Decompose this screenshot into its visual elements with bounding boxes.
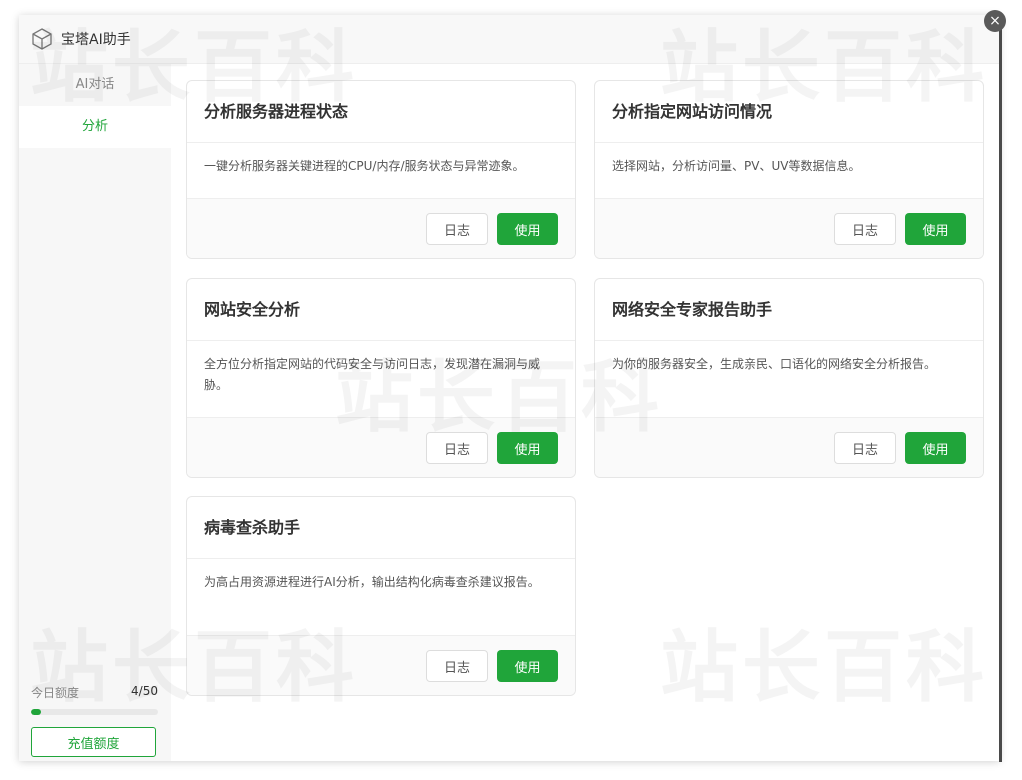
card-description: 一键分析服务器关键进程的CPU/内存/服务状态与异常迹象。: [187, 143, 575, 199]
use-button[interactable]: 使用: [905, 213, 966, 245]
card-site-security: 网站安全分析 全方位分析指定网站的代码安全与访问日志，发现潜在漏洞与威胁。 日志…: [186, 278, 576, 478]
use-button[interactable]: 使用: [497, 432, 558, 464]
log-button[interactable]: 日志: [426, 650, 488, 682]
card-title: 网络安全专家报告助手: [595, 279, 983, 341]
use-button[interactable]: 使用: [905, 432, 966, 464]
card-description: 选择网站，分析访问量、PV、UV等数据信息。: [595, 143, 983, 199]
card-security-report: 网络安全专家报告助手 为你的服务器安全，生成亲民、口语化的网络安全分析报告。 日…: [594, 278, 984, 478]
card-footer: 日志 使用: [187, 636, 575, 695]
daily-quota: 今日额度 4/50: [31, 684, 158, 715]
dialog-title: 宝塔AI助手: [61, 32, 131, 48]
cube-logo-icon: [32, 28, 52, 50]
analysis-panel: 分析服务器进程状态 一键分析服务器关键进程的CPU/内存/服务状态与异常迹象。 …: [171, 64, 1000, 761]
card-site-traffic: 分析指定网站访问情况 选择网站，分析访问量、PV、UV等数据信息。 日志 使用: [594, 80, 984, 259]
sidebar: AI对话 分析 今日额度 4/50 充值额度: [19, 64, 171, 761]
dialog-titlebar: 宝塔AI助手: [19, 15, 1000, 64]
quota-progress-bar: [31, 709, 158, 715]
card-description: 为高占用资源进程进行AI分析，输出结构化病毒查杀建议报告。: [187, 559, 575, 636]
log-button[interactable]: 日志: [834, 432, 896, 464]
use-button[interactable]: 使用: [497, 650, 558, 682]
card-title: 分析服务器进程状态: [187, 81, 575, 143]
card-description: 全方位分析指定网站的代码安全与访问日志，发现潜在漏洞与威胁。: [187, 341, 575, 418]
dialog-edge: [999, 20, 1002, 762]
card-title: 网站安全分析: [187, 279, 575, 341]
quota-label: 今日额度: [31, 686, 80, 700]
ai-assistant-dialog: 宝塔AI助手 AI对话 分析 今日额度 4/50 充值额度 分析服务器进程状态 …: [19, 15, 1000, 761]
card-virus-scan: 病毒查杀助手 为高占用资源进程进行AI分析，输出结构化病毒查杀建议报告。 日志 …: [186, 496, 576, 696]
use-button[interactable]: 使用: [497, 213, 558, 245]
recharge-button[interactable]: 充值额度: [31, 727, 156, 757]
log-button[interactable]: 日志: [426, 432, 488, 464]
card-footer: 日志 使用: [187, 199, 575, 258]
card-title: 分析指定网站访问情况: [595, 81, 983, 143]
close-icon[interactable]: ×: [984, 10, 1006, 32]
card-description: 为你的服务器安全，生成亲民、口语化的网络安全分析报告。: [595, 341, 983, 418]
log-button[interactable]: 日志: [834, 213, 896, 245]
card-title: 病毒查杀助手: [187, 497, 575, 559]
log-button[interactable]: 日志: [426, 213, 488, 245]
card-footer: 日志 使用: [187, 418, 575, 477]
quota-progress-fill: [31, 709, 42, 715]
quota-count: 4/50: [131, 684, 158, 698]
card-footer: 日志 使用: [595, 418, 983, 477]
sidebar-item-analysis[interactable]: 分析: [19, 106, 171, 148]
sidebar-item-ai-chat[interactable]: AI对话: [19, 64, 171, 106]
card-footer: 日志 使用: [595, 199, 983, 258]
card-server-process: 分析服务器进程状态 一键分析服务器关键进程的CPU/内存/服务状态与异常迹象。 …: [186, 80, 576, 259]
